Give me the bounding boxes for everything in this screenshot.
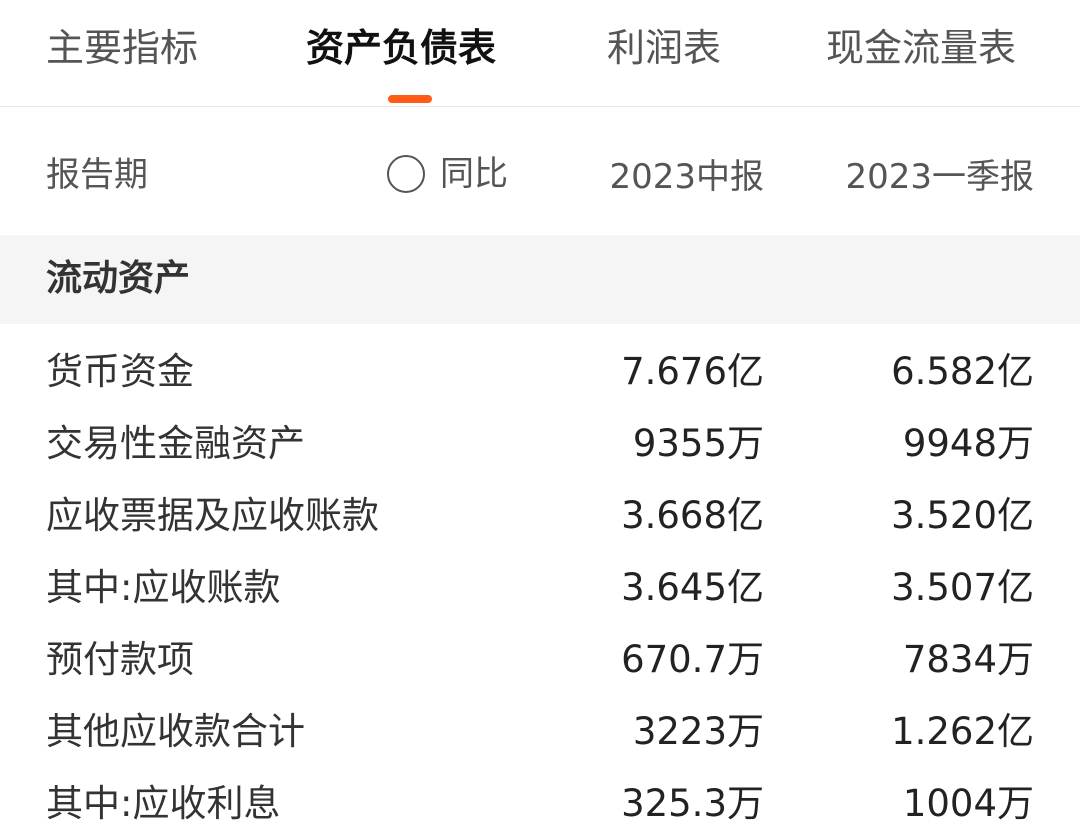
row-label: 交易性金融资产 (46, 422, 305, 465)
table-row[interactable]: 预付款项 670.7万 7834万 (0, 624, 1080, 696)
section-header-current-assets: 流动资产 (0, 235, 1080, 324)
row-value-2023-h1: 9355万 (632, 422, 764, 465)
tab-key-metrics[interactable]: 主要指标 (46, 22, 198, 74)
row-value-2023-h1: 670.7万 (621, 638, 764, 681)
statement-tab-bar: 主要指标 资产负债表 利润表 现金流量表 (0, 0, 1080, 107)
row-value-2023-q1: 9948万 (902, 422, 1034, 465)
report-period-header: 报告期 同比 2023中报 2023一季报 (0, 108, 1080, 235)
tab-income-statement[interactable]: 利润表 (607, 22, 721, 74)
table-row[interactable]: 其中:应收利息 325.3万 1004万 (0, 768, 1080, 840)
row-label: 其他应收款合计 (46, 710, 305, 753)
row-value-2023-h1: 7.676亿 (621, 350, 764, 393)
row-label: 货币资金 (46, 350, 194, 393)
row-value-2023-q1: 1004万 (902, 782, 1034, 825)
row-value-2023-q1: 6.582亿 (891, 350, 1034, 393)
row-label: 预付款项 (46, 638, 194, 681)
row-value-2023-h1: 3.645亿 (621, 566, 764, 609)
table-row[interactable]: 其中:应收账款 3.645亿 3.507亿 (0, 552, 1080, 624)
row-label: 其中:应收利息 (46, 782, 281, 825)
tab-balance-sheet[interactable]: 资产负债表 (306, 22, 496, 74)
row-value-2023-q1: 3.520亿 (891, 494, 1034, 537)
yoy-radio-icon[interactable] (387, 155, 425, 193)
table-row[interactable]: 交易性金融资产 9355万 9948万 (0, 408, 1080, 480)
column-header-2023-q1: 2023一季报 (845, 157, 1034, 197)
table-row[interactable]: 应收票据及应收账款 3.668亿 3.520亿 (0, 480, 1080, 552)
section-title: 流动资产 (46, 258, 191, 299)
row-label: 应收票据及应收账款 (46, 494, 379, 537)
report-period-label: 报告期 (46, 155, 148, 195)
row-label: 其中:应收账款 (46, 566, 281, 609)
column-header-2023-h1: 2023中报 (609, 157, 764, 197)
yoy-label: 同比 (440, 154, 508, 194)
active-tab-indicator (388, 95, 432, 103)
yoy-toggle[interactable]: 同比 (387, 150, 508, 198)
row-value-2023-h1: 3.668亿 (621, 494, 764, 537)
table-row[interactable]: 货币资金 7.676亿 6.582亿 (0, 336, 1080, 408)
table-row[interactable]: 其他应收款合计 3223万 1.262亿 (0, 696, 1080, 768)
row-value-2023-h1: 325.3万 (621, 782, 764, 825)
row-value-2023-q1: 1.262亿 (891, 710, 1034, 753)
row-value-2023-h1: 3223万 (632, 710, 764, 753)
row-value-2023-q1: 7834万 (902, 638, 1034, 681)
row-value-2023-q1: 3.507亿 (891, 566, 1034, 609)
tab-cash-flow-statement[interactable]: 现金流量表 (826, 22, 1016, 74)
balance-sheet-rows: 货币资金 7.676亿 6.582亿 交易性金融资产 9355万 9948万 应… (0, 336, 1080, 840)
